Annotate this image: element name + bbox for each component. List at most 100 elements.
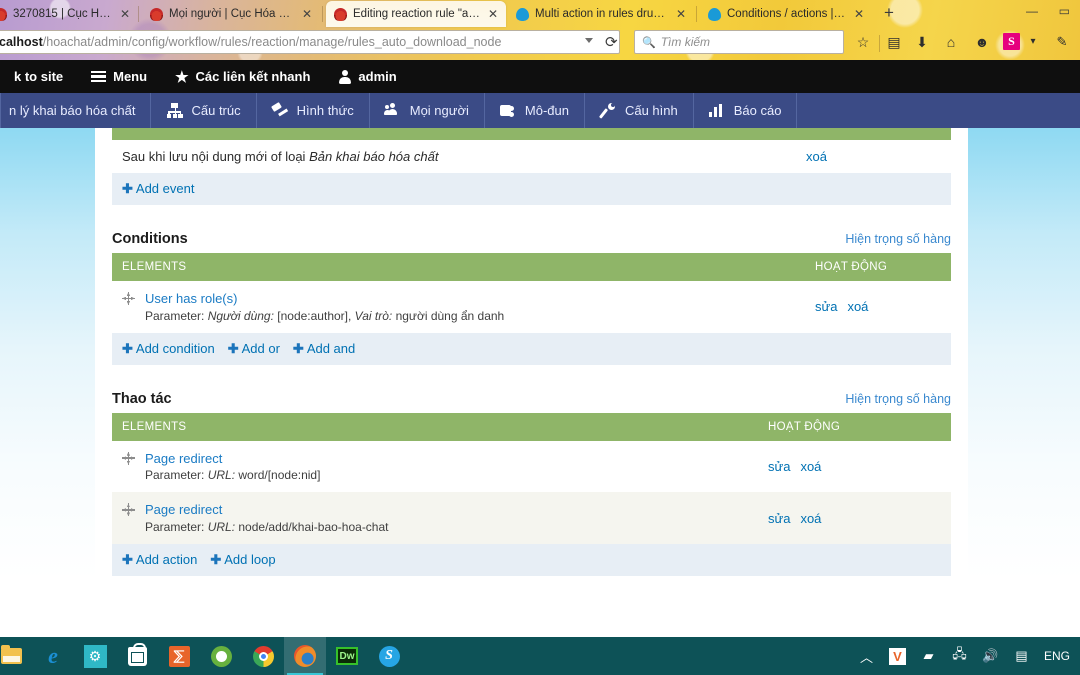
toolbar-item-reports[interactable]: Báo cáo <box>694 93 798 128</box>
tab-close-icon[interactable]: ✕ <box>302 8 312 20</box>
delete-action-link[interactable]: xoá <box>800 459 821 474</box>
toolbar-item-label: n lý khai báo hóa chất <box>9 103 136 118</box>
dreamweaver-icon[interactable]: Dw <box>326 637 368 675</box>
plus-icon: ✚ <box>122 340 133 356</box>
add-action-label: Add action <box>135 552 198 568</box>
browser-tab-1[interactable]: Mọi người | Cục Hóa Chất ✕ <box>142 1 320 27</box>
skype-icon[interactable]: S <box>368 637 410 675</box>
downloads-icon[interactable]: ⬇ <box>912 32 932 52</box>
google-chrome-icon[interactable] <box>242 637 284 675</box>
network-icon[interactable]: 🖧 <box>951 646 968 665</box>
delete-event-link[interactable]: xoá <box>806 149 827 164</box>
event-description-cell: Sau khi lưu nội dung mới of loại Bản kha… <box>112 140 796 173</box>
volume-icon[interactable]: 🔊 <box>982 648 999 665</box>
actions-section: Thao tác Hiện trọng số hàng ELEMENTS HOẠ… <box>95 391 968 577</box>
toolbar-item-label: Báo cáo <box>733 103 782 118</box>
search-bar[interactable]: 🔍 Tìm kiếm <box>634 30 844 54</box>
add-action-link[interactable]: ✚ Add action <box>122 552 197 567</box>
scribefire-s-icon[interactable]: S <box>1003 33 1020 50</box>
add-and-link[interactable]: ✚ Add and <box>293 341 355 356</box>
battery-icon[interactable]: ▰ <box>920 648 937 665</box>
tab-close-icon[interactable]: ✕ <box>120 8 130 20</box>
toolbar-item-configuration[interactable]: Cấu hình <box>585 93 694 128</box>
window-maximize-button[interactable]: ▭ <box>1059 4 1070 18</box>
actions-show-row-weights-link[interactable]: Hiện trọng số hàng <box>845 392 951 406</box>
green-circle-app-icon[interactable] <box>200 637 242 675</box>
language-indicator[interactable]: ENG <box>1044 649 1070 663</box>
conditions-title: Conditions <box>112 231 188 247</box>
parameter-label: Parameter: <box>145 520 205 535</box>
edit-condition-link[interactable]: sửa <box>815 299 837 314</box>
admin-menu-button[interactable]: Menu <box>77 69 161 84</box>
plus-icon: ✚ <box>210 552 222 568</box>
actions-section-header: Thao tác Hiện trọng số hàng <box>112 391 951 407</box>
drag-handle-icon[interactable] <box>122 503 135 517</box>
tab-label: Mọi người | Cục Hóa Chất <box>169 8 296 20</box>
delete-action-link[interactable]: xoá <box>800 511 821 526</box>
settings-gear-icon[interactable]: ⚙ <box>74 637 116 675</box>
condition-name-link[interactable]: User has role(s) <box>145 290 504 308</box>
conditions-show-row-weights-link[interactable]: Hiện trọng số hàng <box>845 232 951 246</box>
add-loop-link[interactable]: ✚ Add loop <box>210 552 275 567</box>
file-explorer-icon[interactable] <box>0 637 32 675</box>
home-icon[interactable]: ⌂ <box>941 32 961 52</box>
feather-icon[interactable]: ✎ <box>1052 32 1072 52</box>
back-to-site-link[interactable]: k to site <box>0 69 77 84</box>
action-center-icon[interactable]: ▤ <box>1013 648 1030 665</box>
redhat-icon <box>0 7 7 21</box>
parameter-key: Người dùng: <box>207 308 274 323</box>
action-name-link[interactable]: Page redirect <box>145 450 320 468</box>
reload-icon[interactable]: ⟳ <box>605 33 618 51</box>
drag-handle-icon[interactable] <box>122 451 135 465</box>
edit-action-link[interactable]: sửa <box>768 459 790 474</box>
browser-tab-2-active[interactable]: Editing reaction rule "auto... ✕ <box>326 1 506 27</box>
person-icon <box>338 70 351 84</box>
add-condition-row: ✚ Add condition ✚ Add or ✚ Add and <box>112 332 951 365</box>
toolbar-item-structure[interactable]: Cấu trúc <box>151 93 257 128</box>
library-icon[interactable]: ▤ <box>884 32 904 52</box>
account-smiley-icon[interactable]: ☻ <box>972 32 992 52</box>
add-or-label: Add or <box>241 340 280 356</box>
overflow-chevron-icon[interactable]: ▾ <box>1026 32 1040 52</box>
toolbar-item-modules[interactable]: Mô-đun <box>485 93 585 128</box>
window-minimize-button[interactable]: — <box>1026 4 1038 18</box>
microsoft-edge-icon[interactable]: e <box>32 637 74 675</box>
actions-table-header-row: ELEMENTS HOẠT ĐỘNG <box>112 412 951 441</box>
tab-close-icon[interactable]: ✕ <box>676 8 686 20</box>
microsoft-store-icon[interactable] <box>116 637 158 675</box>
delete-condition-link[interactable]: xoá <box>847 299 868 314</box>
new-tab-button[interactable]: + <box>884 4 894 21</box>
url-address-bar[interactable]: calhost/hoachat/admin/config/workflow/ru… <box>0 30 620 54</box>
chevron-down-icon[interactable] <box>585 38 593 43</box>
add-condition-link[interactable]: ✚ Add condition <box>122 341 215 356</box>
shortcuts-button[interactable]: ★ Các liên kết nhanh <box>161 68 324 86</box>
toolbar-item-appearance[interactable]: Hình thức <box>257 93 370 128</box>
action-element-cell: Page redirect Parameter: URL: node/add/k… <box>112 492 758 544</box>
add-event-link[interactable]: ✚ Add event <box>122 181 194 196</box>
plus-icon: ✚ <box>227 340 239 356</box>
browser-tab-0[interactable]: 3270815 | Cục Hóa Chất ✕ <box>0 1 138 27</box>
drag-handle-icon[interactable] <box>122 292 135 305</box>
xampp-icon[interactable]: ⅀ <box>158 637 200 675</box>
browser-tab-3[interactable]: Multi action in rules drupa... ✕ <box>508 1 694 27</box>
toolbar-item-chemical-declarations[interactable]: n lý khai báo hóa chất <box>0 93 152 128</box>
toolbar-item-people[interactable]: Mọi người <box>370 93 485 128</box>
add-condition-label: Add condition <box>135 340 215 356</box>
browser-tab-4[interactable]: Conditions / actions | Dru... ✕ <box>700 1 872 27</box>
bookmark-star-icon[interactable]: ☆ <box>853 32 873 52</box>
tray-expand-chevron-icon[interactable]: ︿ <box>858 648 875 665</box>
url-path-text: /hoachat/admin/config/workflow/rules/rea… <box>42 35 502 49</box>
firefox-browser-window: 3270815 | Cục Hóa Chất ✕ Mọi người | Cục… <box>0 0 1080 637</box>
events-table-header-cutoff <box>112 128 951 140</box>
tab-close-icon[interactable]: ✕ <box>854 8 864 20</box>
action-name-link[interactable]: Page redirect <box>145 501 389 519</box>
tab-close-icon[interactable]: ✕ <box>488 8 498 20</box>
user-account-button[interactable]: admin <box>324 69 410 84</box>
appearance-brush-icon <box>270 102 289 118</box>
vlc-tray-icon[interactable]: V <box>888 647 906 665</box>
add-loop-label: Add loop <box>224 552 276 568</box>
edit-action-link[interactable]: sửa <box>768 511 790 526</box>
firefox-icon[interactable] <box>284 637 326 675</box>
add-or-link[interactable]: ✚ Add or <box>228 341 280 356</box>
wrench-icon <box>599 102 617 119</box>
